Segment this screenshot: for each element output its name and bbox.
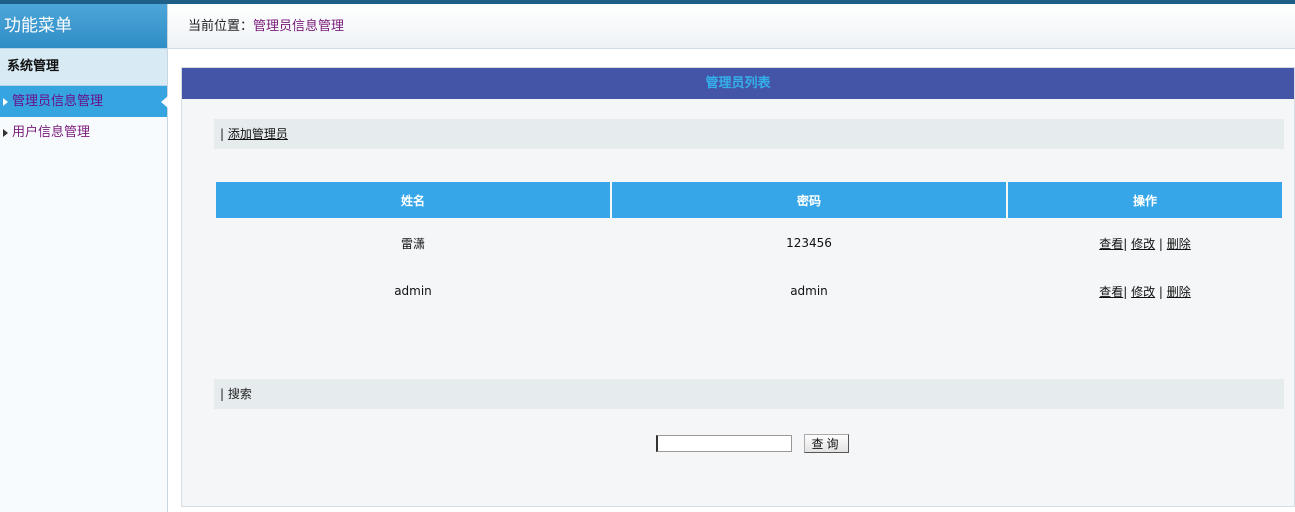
edit-link[interactable]: 修改 xyxy=(1131,237,1155,251)
triangle-right-icon xyxy=(3,129,8,137)
sidebar-title: 功能菜单 xyxy=(0,4,167,48)
cell-password: admin xyxy=(790,284,828,298)
table-row: admin admin 查看| 修改 | 删除 xyxy=(216,268,1282,314)
add-admin-bar: | 添加管理员 xyxy=(214,119,1284,149)
sidebar-item-admin-info[interactable]: 管理员信息管理 xyxy=(0,86,168,117)
cell-name: admin xyxy=(394,284,432,298)
panel-title: 管理员列表 xyxy=(182,68,1294,99)
triangle-right-icon xyxy=(3,98,8,106)
breadcrumb-current[interactable]: 管理员信息管理 xyxy=(253,19,344,34)
cell-name: 雷潇 xyxy=(400,236,425,251)
breadcrumb: 当前位置：管理员信息管理 xyxy=(168,4,1295,49)
delete-link[interactable]: 删除 xyxy=(1167,237,1191,251)
action-separator: | xyxy=(1123,284,1128,299)
main-panel: 管理员列表 | 添加管理员 姓名 密码 操作 雷潇 123456 查看| 修改 … xyxy=(181,67,1295,507)
sidebar-section-system[interactable]: 系统管理 xyxy=(0,48,167,86)
bar-separator: | xyxy=(220,127,228,141)
table-header-row: 姓名 密码 操作 xyxy=(216,182,1282,218)
column-header-name: 姓名 xyxy=(216,182,610,218)
cell-actions: 查看| 修改 | 删除 xyxy=(1008,220,1282,266)
admin-table: 姓名 密码 操作 雷潇 123456 查看| 修改 | 删除 admin adm… xyxy=(214,180,1284,316)
bar-separator: | xyxy=(220,387,228,401)
action-separator: | xyxy=(1158,284,1163,299)
search-label: 搜索 xyxy=(227,387,252,401)
query-button[interactable]: 查询 xyxy=(804,434,849,453)
edit-link[interactable]: 修改 xyxy=(1131,285,1155,299)
sidebar-item-label: 用户信息管理 xyxy=(12,125,91,140)
cell-actions: 查看| 修改 | 删除 xyxy=(1008,268,1282,314)
add-admin-link[interactable]: 添加管理员 xyxy=(228,127,288,141)
column-header-password: 密码 xyxy=(612,182,1006,218)
cell-password: 123456 xyxy=(786,236,832,250)
sidebar-item-label: 管理员信息管理 xyxy=(12,94,104,109)
sidebar-item-user-info[interactable]: 用户信息管理 xyxy=(0,117,167,148)
sidebar: 功能菜单 系统管理 管理员信息管理 用户信息管理 xyxy=(0,4,168,512)
action-separator: | xyxy=(1123,236,1128,251)
action-separator: | xyxy=(1158,236,1163,251)
view-link[interactable]: 查看 xyxy=(1099,285,1123,299)
breadcrumb-prefix: 当前位置： xyxy=(188,19,254,34)
delete-link[interactable]: 删除 xyxy=(1167,285,1191,299)
search-bar: | 搜索 xyxy=(214,379,1284,409)
column-header-actions: 操作 xyxy=(1008,182,1282,218)
search-input[interactable] xyxy=(656,435,792,452)
view-link[interactable]: 查看 xyxy=(1099,237,1123,251)
table-row: 雷潇 123456 查看| 修改 | 删除 xyxy=(216,220,1282,266)
active-pointer-icon xyxy=(161,96,168,108)
